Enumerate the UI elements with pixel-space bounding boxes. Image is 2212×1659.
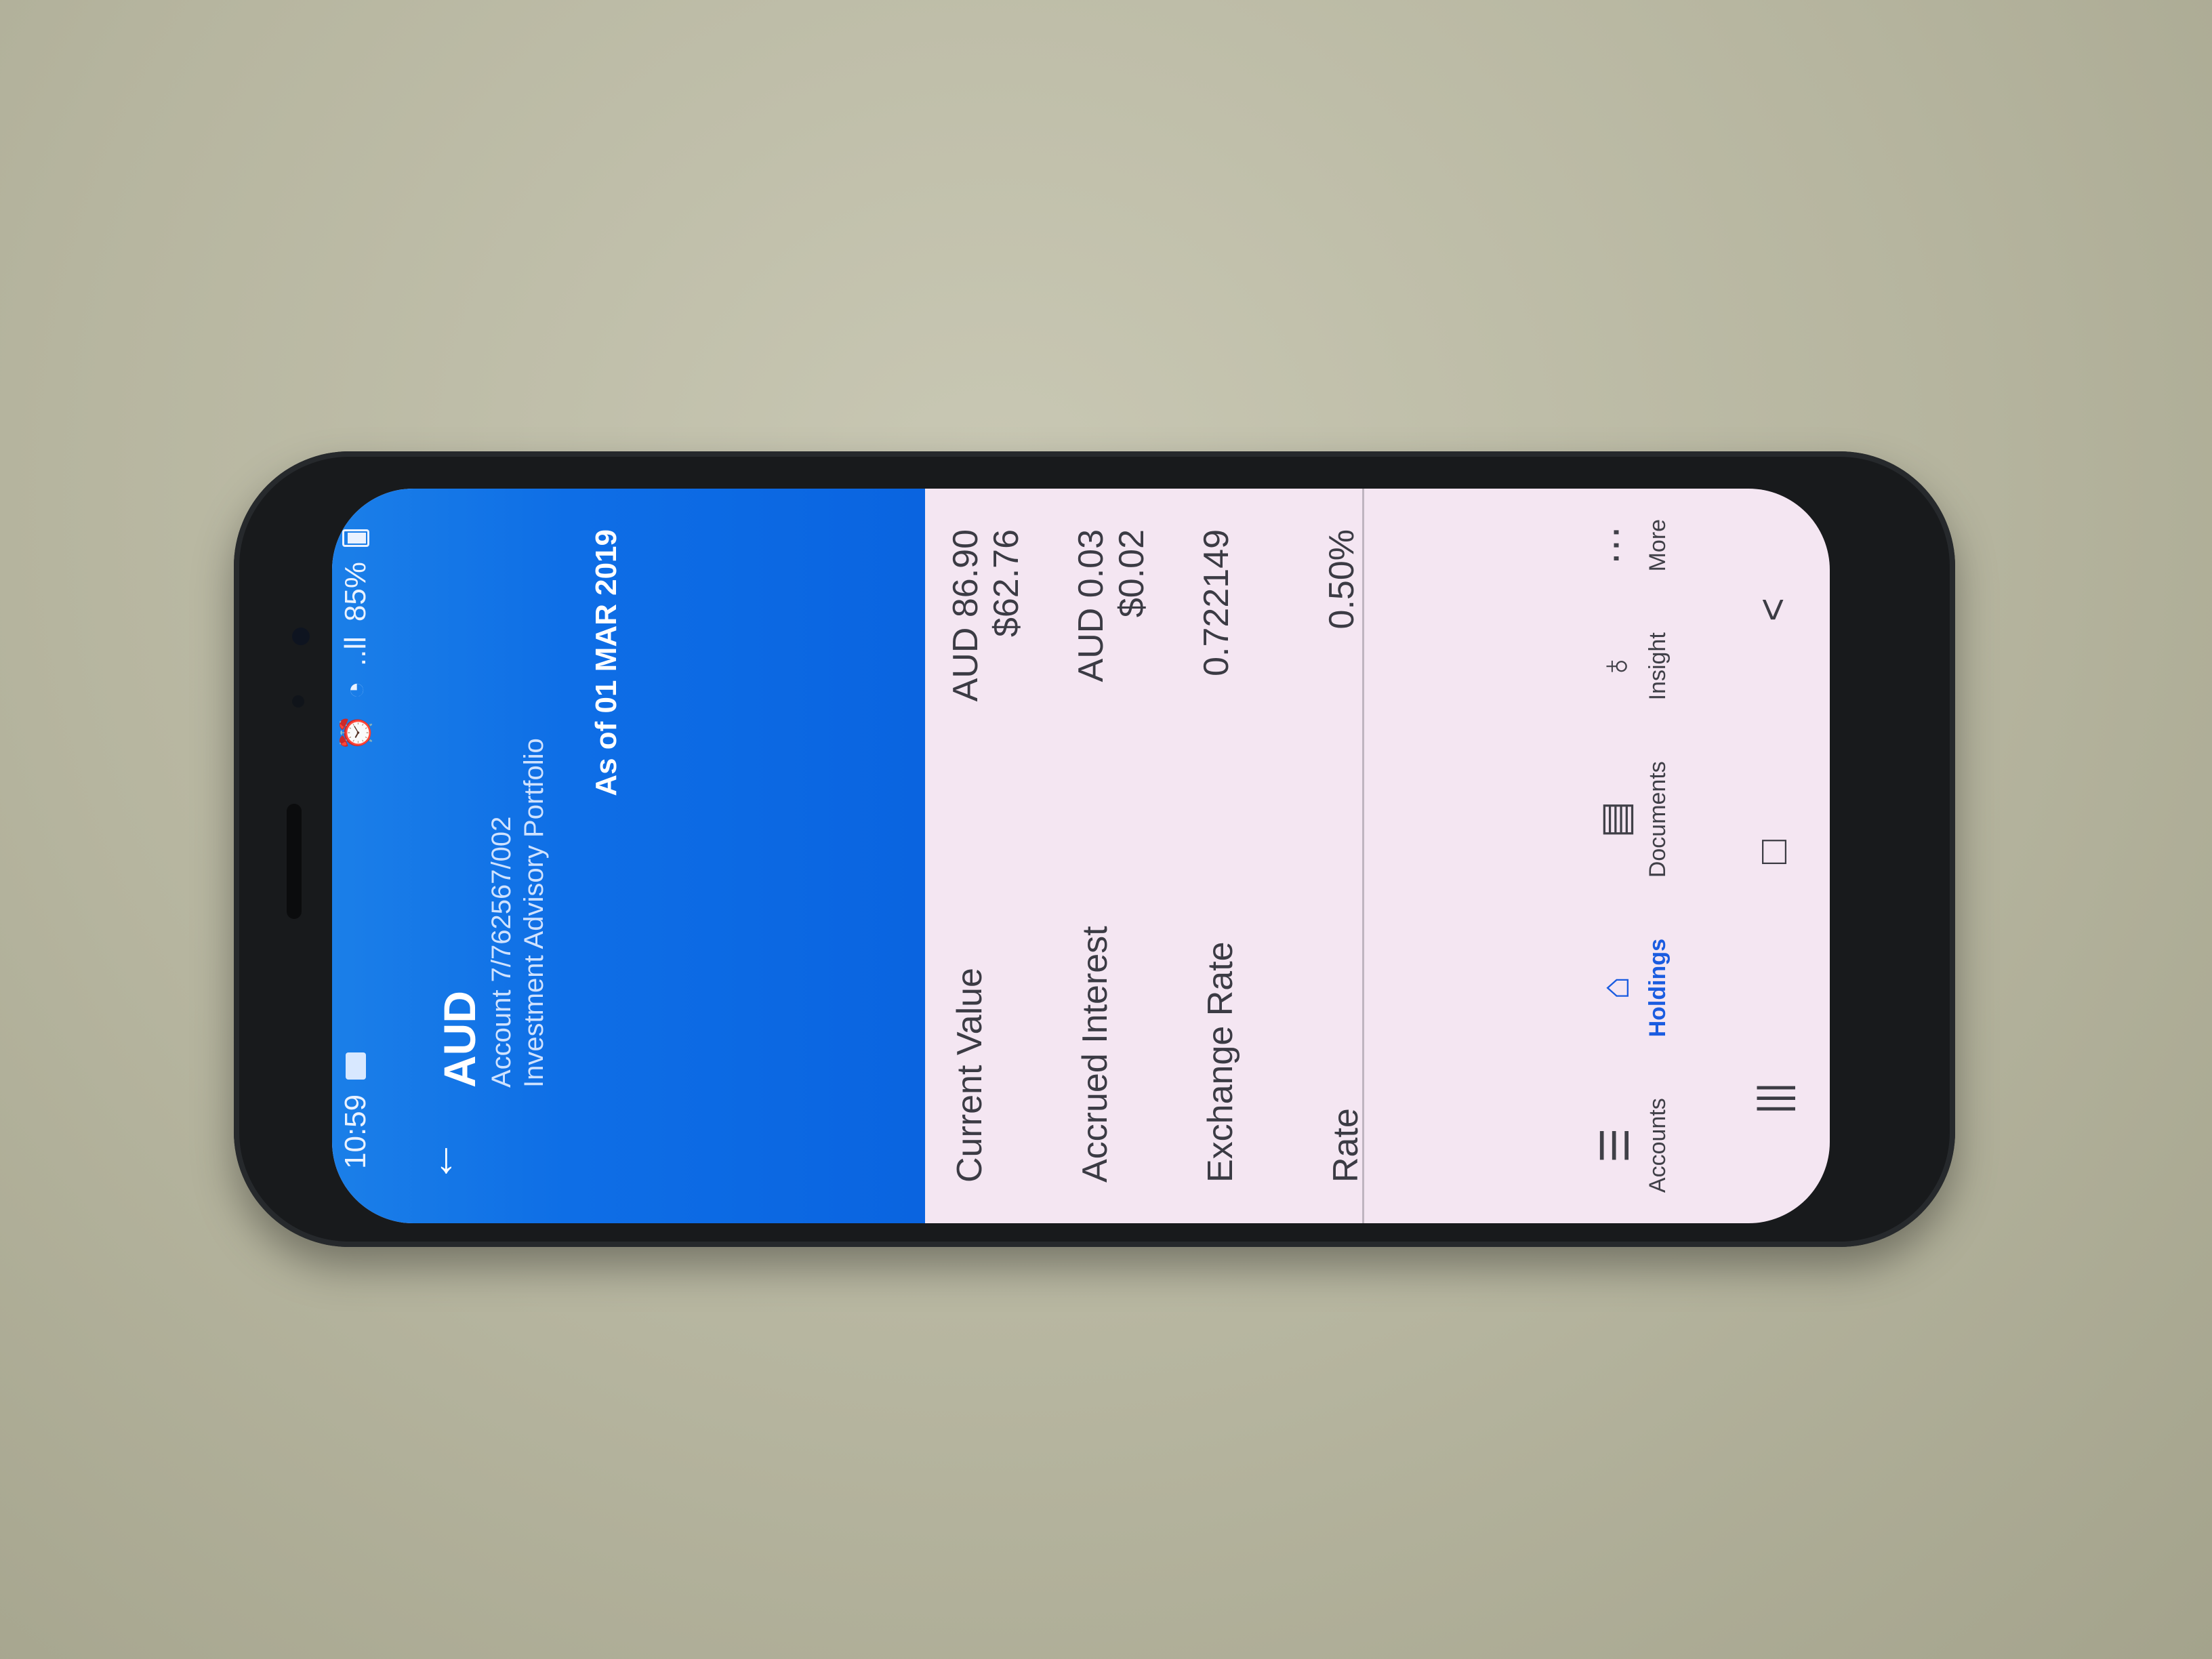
row-value-primary: AUD 86.90: [946, 529, 985, 702]
signal-icon: ..ll: [339, 636, 372, 667]
nav-label: Accounts: [1644, 1098, 1671, 1193]
lightbulb-icon: ♁: [1593, 651, 1637, 682]
row-current-value: Current Value AUD 86.90 $62.76: [925, 489, 1050, 1223]
row-value-primary: 0.722149: [1197, 529, 1236, 676]
row-value-primary: AUD 0.03: [1071, 529, 1111, 682]
as-of-date: As of 01 MAR 2019: [590, 529, 623, 796]
nav-label: Documents: [1644, 761, 1671, 878]
wifi-icon: ◔: [339, 681, 372, 699]
more-dots-icon: ⋯: [1593, 525, 1637, 565]
recent-apps-button[interactable]: |||: [1749, 1082, 1796, 1114]
status-bar: 10:59 ⏰ ◔ ..ll 85%: [332, 489, 380, 1223]
row-label: Accrued Interest: [1076, 926, 1115, 1183]
app-screen: 10:59 ⏰ ◔ ..ll 85% ← AUD Account 7/76256…: [332, 489, 1830, 1223]
alarm-icon: ⏰: [340, 714, 373, 752]
row-value-secondary: $0.02: [1112, 529, 1151, 618]
bank-icon: ⌂: [1593, 976, 1637, 1000]
nav-accounts[interactable]: ☰ Accounts: [1593, 1098, 1671, 1193]
title-block: AUD Account 7/762567/002 Investment Advi…: [434, 738, 550, 1088]
nav-holdings[interactable]: ⌂ Holdings: [1593, 938, 1671, 1038]
holding-details: Current Value AUD 86.90 $62.76 Accrued I…: [925, 489, 1427, 1223]
nav-more[interactable]: ⋯ More: [1593, 518, 1671, 572]
document-icon: ▤: [1593, 800, 1637, 838]
status-time: 10:59: [339, 1094, 372, 1169]
battery-icon: [342, 529, 369, 547]
row-value-primary: 0.50%: [1322, 529, 1361, 630]
nav-label: Insight: [1644, 632, 1671, 701]
nav-label: Holdings: [1644, 938, 1671, 1038]
account-header: 10:59 ⏰ ◔ ..ll 85% ← AUD Account 7/76256…: [332, 489, 925, 1223]
portfolio-name: Investment Advisory Portfolio: [519, 738, 549, 1088]
home-button[interactable]: □: [1749, 840, 1796, 864]
system-navigation: ||| □ <: [1728, 489, 1816, 1223]
row-value-secondary: $62.76: [987, 529, 1026, 638]
nav-documents[interactable]: ▤ Documents: [1593, 761, 1671, 878]
earpiece-speaker: [287, 804, 302, 919]
front-camera: [292, 628, 310, 645]
sim-card-icon: [346, 1052, 366, 1080]
row-exchange-rate: Exchange Rate 0.722149: [1176, 489, 1301, 1223]
battery-percent: 85%: [339, 562, 372, 622]
back-button[interactable]: ←: [413, 1128, 468, 1183]
row-label: Current Value: [950, 968, 989, 1183]
phone-screen: 10:59 ⏰ ◔ ..ll 85% ← AUD Account 7/76256…: [332, 489, 1830, 1223]
bottom-nav: ☰ Accounts ⌂ Holdings ▤ Documents ♁ Insi…: [1559, 489, 1708, 1223]
nav-label: More: [1644, 518, 1671, 572]
row-label: Rate: [1326, 1108, 1366, 1183]
account-number: Account 7/762567/002: [487, 816, 516, 1088]
coins-icon: ☰: [1593, 1128, 1637, 1164]
row-label: Exchange Rate: [1201, 941, 1240, 1183]
row-accrued-interest: Accrued Interest AUD 0.03 $0.02: [1050, 489, 1176, 1223]
currency-title: AUD: [434, 991, 485, 1088]
proximity-sensor: [292, 695, 304, 708]
system-back-button[interactable]: <: [1749, 598, 1796, 621]
arrow-left-icon: ←: [414, 1139, 463, 1183]
section-divider: [1362, 489, 1364, 1223]
nav-insight[interactable]: ♁ Insight: [1593, 632, 1671, 701]
